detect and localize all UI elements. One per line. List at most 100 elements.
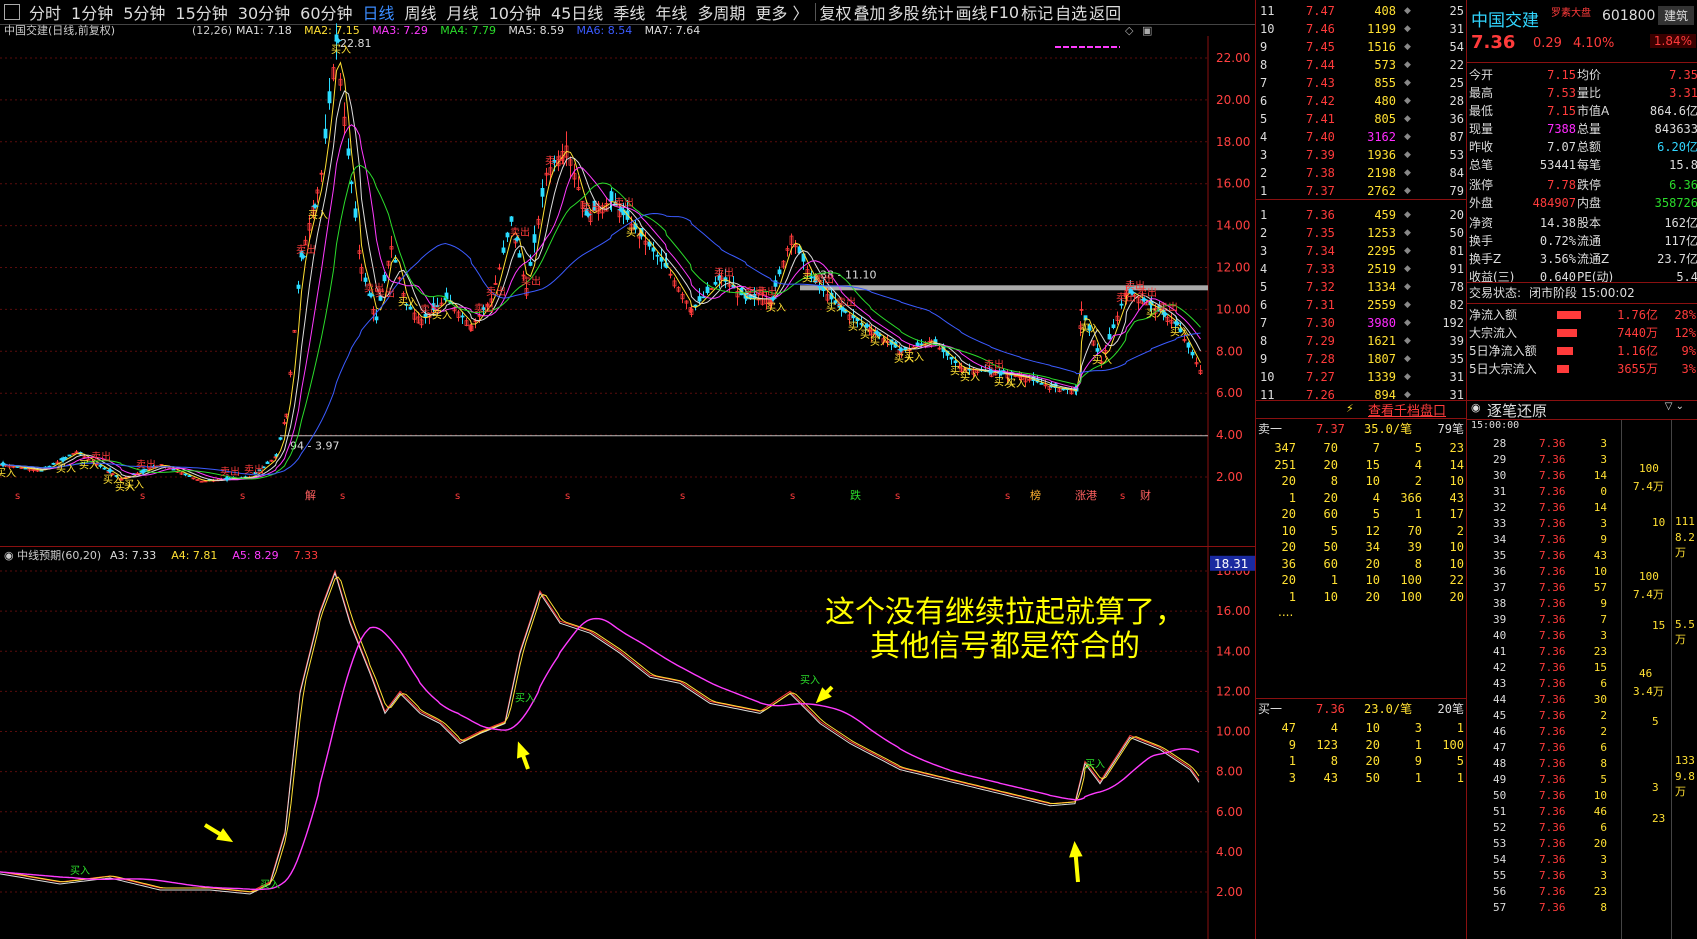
tick-price: 7.36 <box>1539 437 1566 450</box>
dot-icon: ◆ <box>1404 6 1411 16</box>
volume: 2762 <box>1367 184 1396 198</box>
svg-text:✦: ✦ <box>838 302 848 316</box>
sub-y-tick: 4.00 <box>1216 845 1243 859</box>
tick-second: 36 <box>1493 565 1507 578</box>
tick-second: 44 <box>1493 693 1507 706</box>
price: 7.45 <box>1306 40 1335 54</box>
queue-cell: 10 <box>1365 474 1380 488</box>
price: 7.40 <box>1306 130 1335 144</box>
ask-row: 10 7.46 1199 ◆ 31 <box>1256 20 1466 38</box>
kline-main-chart[interactable]: 22.00 20.00 18.00 16.00 14.00 12.00 10.00 8.00 6… <box>0 22 1255 547</box>
field-label: 今开 <box>1469 68 1494 82</box>
sell-queue-row: 20 1 10 100 22 <box>1256 572 1466 588</box>
event-marker-2[interactable]: 榜 <box>1030 488 1041 502</box>
main-y-tick: 18.00 <box>1216 135 1250 149</box>
field-value: 7388 <box>1547 122 1576 136</box>
price: 7.27 <box>1306 370 1335 384</box>
thousand-level-link[interactable]: 查看千档盘口 <box>1368 400 1446 419</box>
tick-price: 7.36 <box>1539 613 1566 626</box>
count: 20 <box>1449 208 1464 222</box>
flow-pct: 28% <box>1674 308 1696 322</box>
tick-price: 7.36 <box>1539 789 1566 802</box>
ask-row: 5 7.41 805 ◆ 36 <box>1256 110 1466 128</box>
price: 7.34 <box>1306 244 1335 258</box>
svg-text:买入: 买入 <box>1080 323 1100 335</box>
event-marker-3[interactable]: 涨港 <box>1075 489 1097 502</box>
tab-8[interactable]: 月线 <box>442 0 484 24</box>
dot-icon: ◆ <box>1404 186 1411 196</box>
flow-label: 5日净流入额 <box>1469 344 1537 358</box>
action-4[interactable]: 画线 <box>955 0 989 24</box>
sub-y-tick: 16.00 <box>1216 604 1250 618</box>
count: 25 <box>1449 4 1464 18</box>
tab-6[interactable]: 日线 <box>358 0 400 24</box>
price: 7.28 <box>1306 352 1335 366</box>
main-y-tick: 12.00 <box>1216 261 1250 275</box>
tick-vol: 15 <box>1593 661 1607 674</box>
diamond-icon[interactable]: ◇ <box>1125 24 1134 37</box>
action-7[interactable]: 自选 <box>1054 0 1088 24</box>
event-marker-1[interactable]: 跌 <box>850 488 861 502</box>
volume: 1334 <box>1367 280 1396 294</box>
field-value: 864.6亿 <box>1649 104 1697 118</box>
sub-highlight-value: 18.31 <box>1214 557 1248 571</box>
svg-text:✦: ✦ <box>862 319 872 333</box>
sector-button[interactable]: 建筑 <box>1657 6 1694 25</box>
tick-row: 36 7.36 10 <box>1467 564 1697 580</box>
tab-1[interactable]: 1分钟 <box>66 0 118 24</box>
tab-5[interactable]: 60分钟 <box>295 0 357 24</box>
action-0[interactable]: 复权 <box>818 0 852 24</box>
queue-cell: 10 <box>1449 474 1464 488</box>
action-5[interactable]: F10 <box>989 3 1021 22</box>
action-2[interactable]: 多股 <box>886 0 920 24</box>
queue-cell: 2 <box>1414 474 1422 488</box>
filter-icon[interactable]: ▽ ⌄ <box>1665 401 1684 412</box>
tab-13[interactable]: 多周期 <box>692 0 750 24</box>
tab-11[interactable]: 季线 <box>608 0 650 24</box>
window-icon[interactable]: ▣ <box>1142 24 1152 37</box>
s-marker: s <box>340 491 345 502</box>
queue-cell: 36 <box>1281 556 1296 571</box>
svg-text:卖出: 卖出 <box>814 272 834 285</box>
sub-y-tick: 14.00 <box>1216 644 1250 658</box>
tick-vol: 14 <box>1593 501 1607 514</box>
action-1[interactable]: 叠加 <box>852 0 886 24</box>
menu-icon[interactable] <box>4 4 20 20</box>
event-marker-0[interactable]: 解 <box>305 488 316 502</box>
action-3[interactable]: 统计 <box>921 0 955 24</box>
svg-text:✦: ✦ <box>0 457 8 471</box>
tab-4[interactable]: 30分钟 <box>233 0 295 24</box>
dot-icon: ◆ <box>1404 354 1411 364</box>
tab-0[interactable]: 分时 <box>24 0 66 24</box>
queue-cell: 22 <box>1449 573 1464 587</box>
queue-cell: 34 <box>1365 540 1380 554</box>
tab-10[interactable]: 45日线 <box>546 0 608 24</box>
ma-line-2 <box>1 124 1201 481</box>
tick-price: 7.36 <box>1539 565 1566 578</box>
dot-icon: ◆ <box>1404 60 1411 70</box>
svg-text:✦: ✦ <box>872 326 882 340</box>
group-amount: 7.4万 <box>1633 588 1664 601</box>
tab-3[interactable]: 15分钟 <box>170 0 232 24</box>
queue-cell: 123 <box>1316 737 1338 752</box>
queue-cell: 20 <box>1323 490 1338 505</box>
tab-12[interactable]: 年线 <box>650 0 692 24</box>
event-marker-4[interactable]: 财 <box>1140 488 1151 502</box>
dot-icon: ◆ <box>1404 336 1411 346</box>
tab-14[interactable]: 更多 〉 <box>750 0 813 24</box>
quote-field-row: 总笔 53441 每笔 15.8 <box>1467 156 1697 174</box>
dot-icon: ◆ <box>1404 24 1411 34</box>
action-6[interactable]: 标记 <box>1020 0 1054 24</box>
main-y-tick: 2.00 <box>1216 470 1243 484</box>
tab-9[interactable]: 10分钟 <box>484 0 546 24</box>
tick-second: 45 <box>1493 709 1507 722</box>
tick-row: 56 7.36 23 <box>1467 884 1697 900</box>
queue-cell: 1 <box>1456 721 1464 735</box>
svg-text:✦: ✦ <box>512 232 522 246</box>
circle-icon: ◉ <box>1471 401 1481 414</box>
tab-2[interactable]: 5分钟 <box>118 0 170 24</box>
action-8[interactable]: 返回 <box>1088 0 1122 24</box>
tab-7[interactable]: 周线 <box>400 0 442 24</box>
field-label: 换手 <box>1469 234 1494 248</box>
tick-vol: 2 <box>1600 725 1607 738</box>
